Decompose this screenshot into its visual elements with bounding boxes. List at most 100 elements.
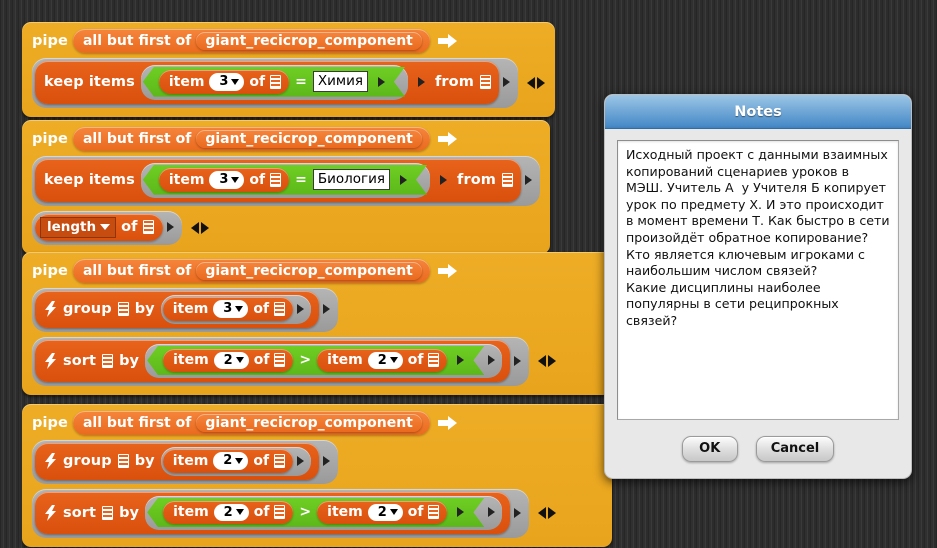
expand-arrow-icon[interactable] — [378, 77, 385, 87]
variable-reporter[interactable]: giant_recicrop_component — [196, 414, 422, 432]
item-of-reporter[interactable]: item 2 of — [162, 449, 294, 473]
ring-wrapper: length of — [32, 210, 182, 246]
cancel-button[interactable]: Cancel — [755, 436, 835, 462]
item-of-reporter-left[interactable]: item 2 of — [163, 501, 293, 525]
length-of-row[interactable]: length of — [32, 210, 540, 246]
variable-reporter[interactable]: giant_recicrop_component — [196, 130, 422, 148]
expand-arrow-icon[interactable] — [457, 355, 464, 365]
item-index-dropdown[interactable]: 3 — [209, 73, 244, 91]
hat-row: pipe all but first of giant_recicrop_com… — [32, 29, 545, 53]
script-block-1[interactable]: pipe all but first of giant_recicrop_com… — [22, 22, 555, 117]
all-but-first-of-reporter[interactable]: all but first of giant_recicrop_componen… — [72, 411, 430, 435]
expand-arrow-icon[interactable] — [457, 507, 464, 517]
length-of-reporter[interactable]: length of — [35, 213, 163, 242]
expand-arrow-icon[interactable] — [166, 222, 174, 233]
sort-label: sort — [63, 352, 97, 369]
item-index-dropdown[interactable]: 2 — [214, 504, 249, 522]
variable-label: giant_recicrop_component — [205, 415, 413, 431]
expand-arrow-icon[interactable] — [323, 304, 331, 315]
item-index-dropdown[interactable]: 3 — [213, 300, 249, 318]
length-dropdown[interactable]: length — [40, 216, 117, 239]
hat-block-pipe[interactable]: pipe all but first of giant_recicrop_com… — [22, 404, 612, 548]
item-of-reporter-right[interactable]: item 2 of — [317, 501, 447, 525]
by-label: by — [119, 352, 140, 369]
chevron-down-icon — [235, 457, 244, 464]
compare-value-input[interactable]: Химия — [313, 71, 368, 92]
left-right-arrows-icon[interactable] — [526, 76, 545, 89]
expand-arrow-icon[interactable] — [297, 455, 305, 466]
dialog-body: Исходный проект с данными взаимных копир… — [605, 129, 911, 478]
expand-arrow-icon[interactable] — [502, 77, 510, 88]
item-of-reporter[interactable]: item 3 of — [162, 297, 294, 321]
left-right-arrows-icon[interactable] — [538, 355, 557, 368]
sort-by-block[interactable]: sort by item 2 of > item 2 of — [35, 339, 511, 383]
all-but-first-of-reporter[interactable]: all but first of giant_recicrop_componen… — [72, 29, 430, 53]
expand-arrow-icon[interactable] — [297, 303, 305, 314]
lightning-bolt-icon — [44, 504, 57, 521]
list-icon — [479, 75, 491, 90]
variable-reporter[interactable]: giant_recicrop_component — [196, 262, 422, 280]
greater-than-predicate[interactable]: item 2 of > item 2 of — [147, 346, 484, 376]
hat-row: pipe all but first of giant_recicrop_com… — [32, 411, 602, 435]
notes-text: Исходный проект с данными взаимных копир… — [626, 147, 890, 329]
expand-arrow-icon[interactable] — [400, 175, 407, 185]
item-index-dropdown[interactable]: 2 — [213, 452, 249, 470]
sort-by-block[interactable]: sort by item 2 of > item 2 of — [35, 491, 511, 535]
sort-label: sort — [63, 504, 97, 521]
compare-value-input[interactable]: Биология — [313, 169, 390, 190]
list-icon — [274, 301, 286, 316]
group-by-row[interactable]: group by item 3 of — [32, 288, 602, 332]
equals-predicate[interactable]: item 3 of = Биология — [143, 165, 427, 195]
script-block-2[interactable]: pipe all but first of giant_recicrop_com… — [22, 120, 550, 255]
notes-dialog[interactable]: Notes Исходный проект с данными взаимных… — [604, 94, 912, 479]
keep-items-row[interactable]: keep items item 3 of — [32, 156, 540, 206]
expand-arrow-icon[interactable] — [323, 456, 331, 467]
sort-by-row[interactable]: sort by item 2 of > item 2 of — [32, 488, 602, 539]
variable-reporter[interactable]: giant_recicrop_component — [196, 32, 422, 50]
script-block-4[interactable]: pipe all but first of giant_recicrop_com… — [22, 404, 612, 548]
group-label: group — [63, 453, 112, 470]
left-right-arrows-icon[interactable] — [190, 221, 209, 234]
all-but-first-of-reporter[interactable]: all but first of giant_recicrop_componen… — [72, 127, 430, 151]
group-by-block[interactable]: group by item 3 of — [35, 291, 320, 328]
expand-arrow-icon[interactable] — [488, 507, 496, 518]
reporter-ring: item 3 of — [160, 295, 312, 324]
item-of-reporter-right[interactable]: item 2 of — [317, 349, 447, 373]
chevron-down-icon — [235, 305, 244, 312]
group-by-row[interactable]: group by item 2 of — [32, 440, 602, 484]
expand-arrow-icon[interactable] — [417, 77, 425, 88]
item-index-dropdown[interactable]: 2 — [368, 504, 403, 522]
keep-items-label: keep items — [44, 172, 135, 189]
item-label: item — [172, 452, 209, 469]
item-of-reporter-left[interactable]: item 2 of — [163, 349, 293, 373]
left-right-arrows-icon[interactable] — [538, 507, 557, 520]
item-index-dropdown[interactable]: 2 — [368, 352, 403, 370]
of-label: of — [249, 171, 266, 188]
hat-block-pipe[interactable]: pipe all but first of giant_recicrop_com… — [22, 22, 555, 117]
sort-by-row[interactable]: sort by item 2 of > item 2 of — [32, 336, 602, 387]
keep-items-row[interactable]: keep items item 3 of — [32, 58, 545, 108]
hat-block-pipe[interactable]: pipe all but first of giant_recicrop_com… — [22, 252, 612, 396]
item-index-dropdown[interactable]: 3 — [209, 171, 244, 189]
script-block-3[interactable]: pipe all but first of giant_recicrop_com… — [22, 252, 612, 396]
of-label: of — [407, 352, 424, 369]
greater-than-predicate[interactable]: item 2 of > item 2 of — [147, 498, 484, 528]
item-of-reporter[interactable]: item 3 of — [159, 70, 289, 94]
all-but-first-of-reporter[interactable]: all but first of giant_recicrop_componen… — [72, 259, 430, 283]
expand-arrow-icon[interactable] — [524, 175, 532, 186]
dialog-title-bar[interactable]: Notes — [605, 95, 911, 129]
expand-arrow-icon[interactable] — [440, 175, 448, 186]
expand-arrow-icon[interactable] — [514, 355, 522, 366]
item-index-dropdown[interactable]: 2 — [214, 352, 249, 370]
item-of-reporter[interactable]: item 3 of — [159, 168, 289, 192]
item-index-value: 2 — [377, 352, 387, 368]
ok-button[interactable]: OK — [681, 436, 738, 462]
group-by-block[interactable]: group by item 2 of — [35, 443, 320, 480]
expand-arrow-icon[interactable] — [514, 507, 522, 518]
keep-items-block[interactable]: keep items item 3 of — [35, 61, 499, 104]
keep-items-block[interactable]: keep items item 3 of — [35, 159, 521, 202]
equals-predicate[interactable]: item 3 of = Химия — [143, 67, 405, 97]
expand-arrow-icon[interactable] — [488, 355, 496, 366]
notes-textarea[interactable]: Исходный проект с данными взаимных копир… — [617, 140, 899, 420]
hat-block-pipe[interactable]: pipe all but first of giant_recicrop_com… — [22, 120, 550, 255]
